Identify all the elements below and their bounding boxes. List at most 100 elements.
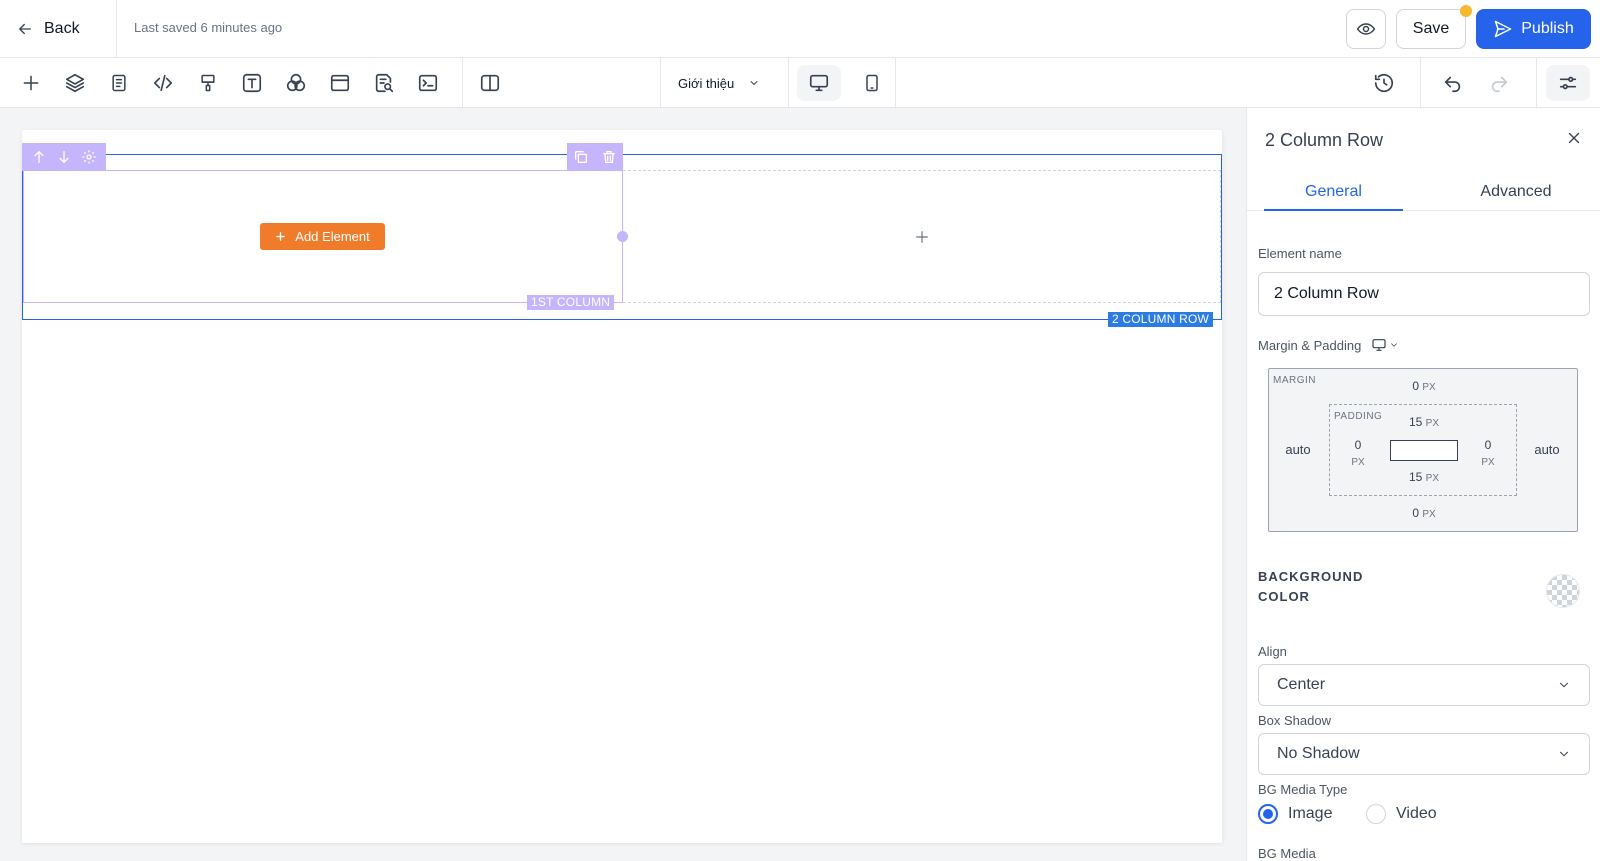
divider: [1420, 58, 1421, 108]
radio-button[interactable]: [1366, 804, 1386, 824]
desktop-view-button[interactable]: [797, 65, 841, 101]
padding-top-number: 15: [1408, 415, 1423, 429]
align-label: Align: [1258, 644, 1287, 659]
bg-media-label: BG Media: [1258, 846, 1316, 861]
code-icon[interactable]: [150, 70, 176, 96]
row-label: 2 COLUMN ROW: [1108, 312, 1214, 327]
eye-icon: [1356, 19, 1376, 39]
redo-icon[interactable]: [1486, 70, 1512, 96]
background-color-label: BACKGROUND COLOR: [1258, 569, 1364, 604]
padding-label: PADDING: [1334, 411, 1383, 422]
mobile-view-button[interactable]: [850, 65, 894, 101]
box-shadow-label: Box Shadow: [1258, 713, 1331, 728]
preview-button[interactable]: [1346, 9, 1386, 49]
background-color-picker[interactable]: [1546, 574, 1580, 608]
unit-label: PX: [1351, 457, 1365, 468]
margin-top-number: 0: [1412, 379, 1419, 393]
unit-label: PX: [1425, 473, 1440, 484]
search-doc-icon[interactable]: [371, 70, 397, 96]
undo-icon[interactable]: [1440, 70, 1466, 96]
desktop-icon: [1371, 337, 1387, 353]
arrow-down-icon[interactable]: [56, 149, 72, 165]
bg-media-type-label: BG Media Type: [1258, 782, 1348, 797]
columns-icon[interactable]: [477, 70, 503, 96]
radio-image-label: Image: [1288, 805, 1333, 822]
save-button[interactable]: Save: [1396, 9, 1466, 49]
tab-advanced[interactable]: Advanced: [1436, 183, 1596, 211]
padding-bottom-number: 15: [1408, 470, 1423, 484]
row-controls: [22, 143, 106, 171]
chevron-down-icon: [748, 77, 760, 89]
publish-label: Publish: [1521, 20, 1574, 37]
add-element-button[interactable]: Add Element: [260, 223, 385, 250]
add-element-label: Add Element: [295, 229, 370, 244]
margin-right-value[interactable]: auto: [1527, 442, 1567, 457]
publish-button[interactable]: Publish: [1476, 9, 1591, 49]
settings-sliders-icon: [1557, 72, 1579, 94]
gear-icon[interactable]: [81, 149, 97, 165]
column-resize-handle[interactable]: [617, 231, 628, 242]
padding-top-value[interactable]: 15 PX: [1398, 415, 1450, 429]
last-saved-text: Last saved 6 minutes ago: [134, 20, 283, 35]
box-shadow-value: No Shadow: [1277, 745, 1360, 762]
margin-padding-header: Margin & Padding: [1258, 337, 1399, 353]
divider: [895, 58, 896, 108]
desktop-icon: [808, 72, 830, 94]
padding-left-value[interactable]: 0 PX: [1343, 437, 1373, 471]
layout-icon[interactable]: [327, 70, 353, 96]
unit-label: PX: [1425, 418, 1440, 429]
box-shadow-select[interactable]: No Shadow: [1258, 733, 1590, 775]
arrow-up-icon[interactable]: [31, 149, 47, 165]
content-box: [1390, 440, 1458, 461]
paint-icon[interactable]: [195, 70, 221, 96]
margin-bottom-number: 0: [1412, 506, 1419, 520]
device-selector[interactable]: [1371, 337, 1399, 353]
panel-title: 2 Column Row: [1265, 130, 1384, 150]
unit-label: PX: [1481, 457, 1495, 468]
margin-left-value[interactable]: auto: [1278, 442, 1318, 457]
element-name-input[interactable]: 2 Column Row: [1258, 272, 1590, 316]
terminal-icon[interactable]: [415, 70, 441, 96]
components-icon[interactable]: [283, 70, 309, 96]
radio-image[interactable]: Image: [1258, 804, 1332, 824]
radio-video[interactable]: Video: [1366, 804, 1437, 824]
divider: [788, 58, 789, 108]
text-icon[interactable]: [239, 70, 265, 96]
margin-bottom-value[interactable]: 0 PX: [1398, 506, 1450, 520]
send-icon: [1493, 19, 1513, 39]
chevron-down-icon: [1389, 340, 1399, 350]
column-controls: [567, 143, 623, 171]
arrow-left-icon: [16, 20, 34, 38]
margin-padding-label: Margin & Padding: [1258, 337, 1362, 353]
padding-bottom-value[interactable]: 15 PX: [1398, 470, 1450, 484]
padding-right-value[interactable]: 0 PX: [1473, 437, 1503, 471]
align-value: Center: [1277, 676, 1326, 693]
radio-button[interactable]: [1258, 804, 1278, 824]
trash-icon[interactable]: [601, 149, 617, 165]
add-to-column-icon[interactable]: [912, 227, 932, 247]
tab-general[interactable]: General: [1264, 183, 1403, 211]
divider: [1536, 58, 1537, 108]
add-icon[interactable]: [18, 70, 44, 96]
close-icon[interactable]: [1564, 128, 1584, 148]
history-icon[interactable]: [1371, 70, 1397, 96]
back-label: Back: [44, 20, 80, 37]
divider: [116, 0, 117, 57]
back-button[interactable]: Back: [16, 14, 80, 44]
margin-label: MARGIN: [1273, 375, 1316, 386]
padding-left-number: 0: [1354, 438, 1362, 452]
duplicate-icon[interactable]: [573, 149, 589, 165]
layers-icon[interactable]: [62, 70, 88, 96]
unit-label: PX: [1422, 509, 1436, 520]
page-selector-value: Giới thiệu: [678, 75, 735, 91]
align-select[interactable]: Center: [1258, 664, 1590, 706]
settings-button[interactable]: [1546, 65, 1590, 101]
page-selector[interactable]: Giới thiệu: [678, 72, 760, 94]
divider: [462, 58, 463, 108]
element-name-label: Element name: [1258, 246, 1342, 261]
divider: [660, 58, 661, 108]
margin-top-value[interactable]: 0 PX: [1398, 379, 1450, 393]
chevron-down-icon: [1557, 678, 1571, 692]
page-icon[interactable]: [106, 70, 132, 96]
plus-icon: [275, 231, 286, 242]
